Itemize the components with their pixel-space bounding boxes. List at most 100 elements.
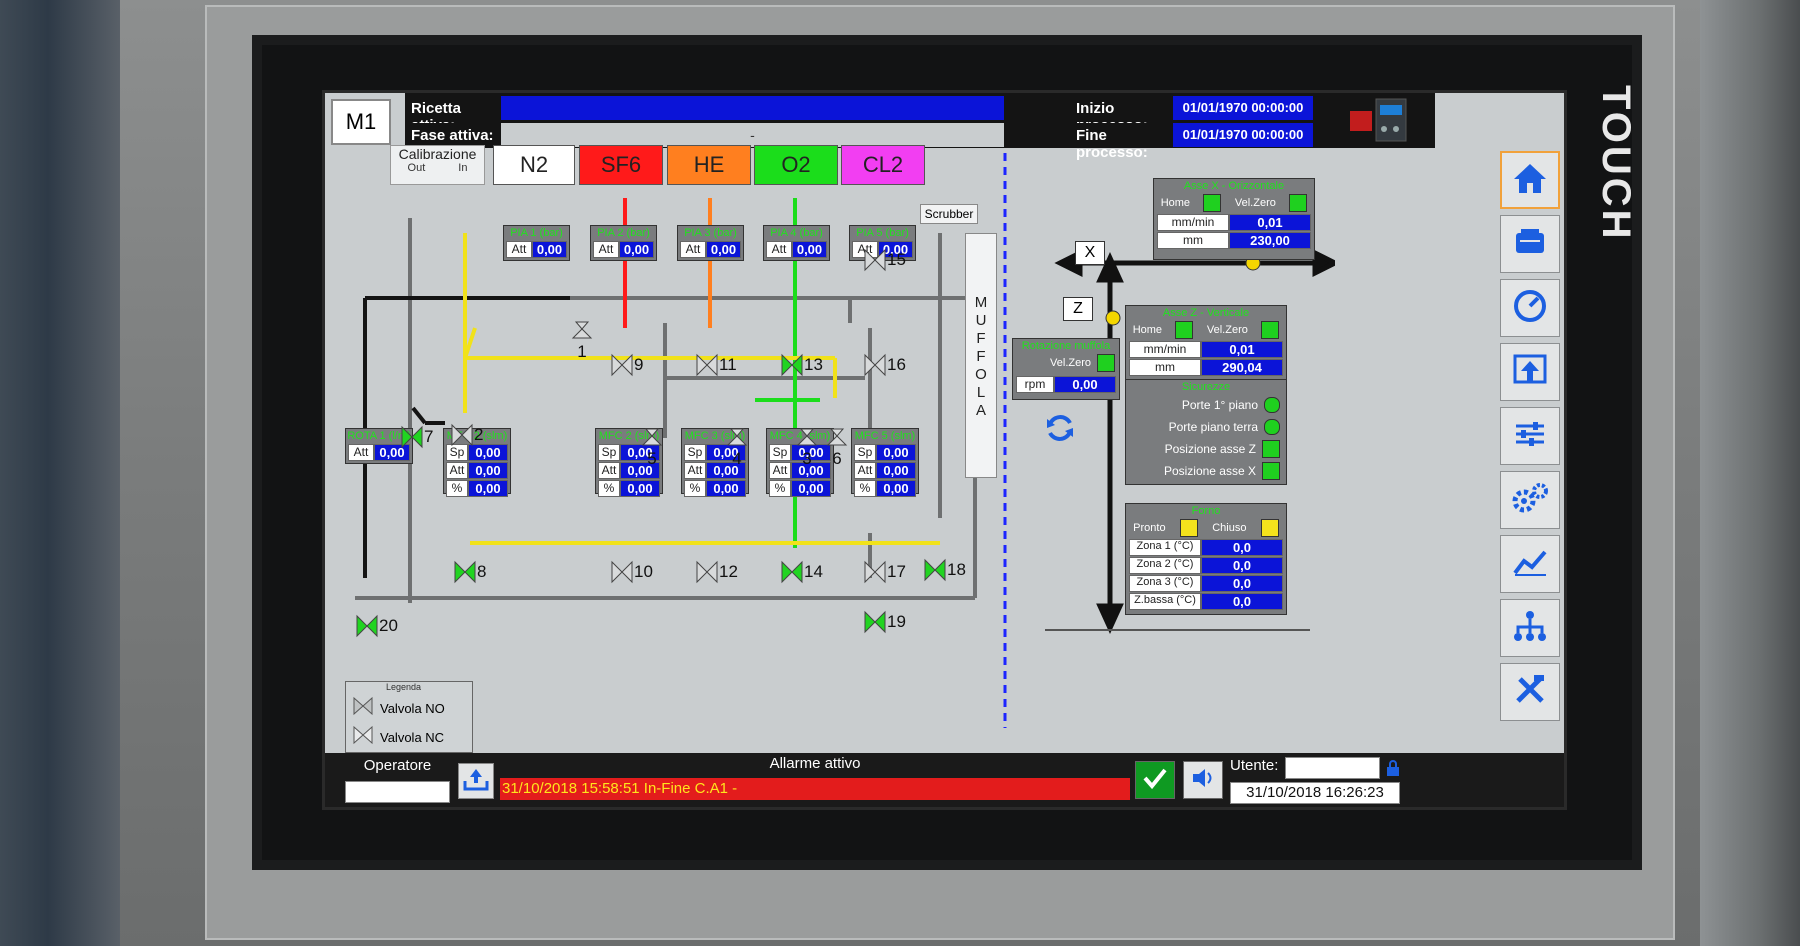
muffola-letter: L bbox=[976, 384, 986, 401]
mfc-att-label: Att bbox=[598, 462, 620, 479]
valve-2[interactable]: 2 bbox=[450, 423, 483, 447]
mfc-d-pct-value: 0,00 bbox=[791, 480, 831, 497]
safety-doors-1st-floor-label: Porte 1° piano bbox=[1181, 398, 1258, 412]
valve-4[interactable]: 4 bbox=[725, 425, 749, 469]
valve-5[interactable]: 5 bbox=[640, 425, 664, 469]
axis-z-speed-value[interactable]: 0,01 bbox=[1201, 341, 1283, 358]
datetime-display: 31/10/2018 16:26:23 bbox=[1230, 782, 1400, 804]
valve-10[interactable]: 10 bbox=[610, 560, 653, 584]
valve-20[interactable]: 20 bbox=[355, 614, 398, 638]
start-label: Inizio processo: bbox=[1070, 96, 1170, 134]
rotation-rpm-value[interactable]: 0,00 bbox=[1054, 376, 1116, 393]
gas-he-header: HE bbox=[667, 145, 751, 185]
axis-x-speed-value[interactable]: 0,01 bbox=[1229, 214, 1311, 231]
nav-hierarchy-button[interactable] bbox=[1500, 599, 1560, 657]
nav-bar bbox=[1500, 151, 1564, 751]
valve-icon bbox=[864, 248, 886, 272]
login-button[interactable] bbox=[458, 763, 494, 799]
valve-number: 6 bbox=[832, 449, 842, 468]
safety-doors-ground-label: Porte piano terra bbox=[1168, 420, 1258, 434]
valve-no-icon bbox=[352, 696, 374, 721]
ack-button[interactable] bbox=[1135, 761, 1175, 799]
mfc-pct-label: % bbox=[684, 480, 706, 497]
nav-cylinder-button[interactable] bbox=[1500, 215, 1560, 273]
pia-4-att-label: Att bbox=[766, 241, 792, 258]
valve-9[interactable]: 9 bbox=[610, 353, 643, 377]
valve-6[interactable]: 6 bbox=[825, 425, 849, 469]
hmi-screen: M1 Ricetta attiva: Fase attiva: - Inizio… bbox=[322, 90, 1567, 810]
rotation-rpm-label: rpm bbox=[1016, 376, 1054, 393]
valve-number: 8 bbox=[477, 562, 487, 581]
alarm-message[interactable]: 31/10/2018 15:58:51 In-Fine C.A1 - bbox=[500, 778, 1130, 800]
cylinder-icon bbox=[1512, 227, 1548, 262]
valve-number: 15 bbox=[887, 250, 906, 269]
mute-button[interactable] bbox=[1183, 761, 1223, 799]
valve-19[interactable]: 19 bbox=[863, 610, 906, 634]
nav-upload-button[interactable] bbox=[1500, 343, 1560, 401]
furnace-zone-low-value: 0,0 bbox=[1201, 593, 1283, 610]
valve-11[interactable]: 11 bbox=[695, 353, 737, 377]
safety-panel: Sicurezze Porte 1° piano Porte piano ter… bbox=[1125, 379, 1287, 485]
valve-8[interactable]: 8 bbox=[453, 560, 486, 584]
user-field[interactable] bbox=[1285, 757, 1380, 779]
axis-z-velzero-label: Vel.Zero bbox=[1206, 324, 1248, 336]
pia-4-att-value: 0,00 bbox=[792, 241, 827, 258]
valve-icon bbox=[611, 560, 633, 584]
valve-number: 5 bbox=[647, 449, 657, 468]
valve-number: 17 bbox=[887, 562, 906, 581]
valve-number: 10 bbox=[634, 562, 653, 581]
pia-4-title: PIA 4 (bar) bbox=[770, 227, 823, 239]
axis-z-pos-value[interactable]: 290,04 bbox=[1201, 359, 1283, 376]
muffola-letter: F bbox=[976, 348, 986, 365]
valve-icon bbox=[826, 428, 848, 446]
axis-z-pos-label: mm bbox=[1129, 359, 1201, 376]
valve-14[interactable]: 14 bbox=[780, 560, 823, 584]
hierarchy-icon bbox=[1512, 609, 1548, 648]
rotation-panel: Rotazione muffola Vel.Zero rpm 0,00 bbox=[1012, 338, 1120, 400]
nav-config-button[interactable] bbox=[1500, 471, 1560, 529]
alarm-title: Allarme attivo bbox=[769, 755, 861, 772]
nav-trend-button[interactable] bbox=[1500, 535, 1560, 593]
operator-field[interactable] bbox=[345, 781, 450, 803]
valve-1[interactable]: 1 bbox=[570, 318, 594, 362]
recipe-value[interactable] bbox=[501, 96, 1004, 120]
axis-x-velzero-label: Vel.Zero bbox=[1234, 197, 1276, 209]
valve-number: 1 bbox=[577, 342, 587, 361]
nav-gauge-button[interactable] bbox=[1500, 279, 1560, 337]
axis-x-home-label: Home bbox=[1160, 197, 1191, 209]
x-axis-tag: X bbox=[1075, 241, 1105, 265]
nav-home-button[interactable] bbox=[1500, 151, 1560, 209]
download-icon bbox=[463, 767, 489, 796]
valve-icon bbox=[781, 560, 803, 584]
valve-18[interactable]: 18 bbox=[923, 558, 966, 582]
valve-13[interactable]: 13 bbox=[780, 353, 823, 377]
valve-number: 14 bbox=[804, 562, 823, 581]
pia-1-title: PIA 1 (bar) bbox=[510, 227, 563, 239]
background-right bbox=[1700, 0, 1800, 946]
lock-icon[interactable] bbox=[1385, 759, 1401, 777]
phase-value: - bbox=[501, 123, 1004, 147]
valve-number: 4 bbox=[732, 449, 742, 468]
valve-12[interactable]: 12 bbox=[695, 560, 738, 584]
machine-button[interactable]: M1 bbox=[331, 99, 391, 145]
alarm-panel-icon[interactable] bbox=[1350, 97, 1410, 143]
safety-z-position-indicator bbox=[1262, 440, 1280, 458]
axis-z-velzero-indicator bbox=[1261, 321, 1280, 339]
mfc-att-label: Att bbox=[769, 462, 791, 479]
valve-3[interactable]: 3 bbox=[795, 425, 819, 469]
nav-tools-button[interactable] bbox=[1500, 663, 1560, 721]
valve-15[interactable]: 15 bbox=[863, 248, 906, 272]
gas-n2-header: N2 bbox=[493, 145, 575, 185]
axis-z-panel: Asse Z - Verticale Home Vel.Zero mm/min 0… bbox=[1125, 305, 1287, 387]
valve-nc-icon bbox=[352, 725, 374, 750]
valve-17[interactable]: 17 bbox=[863, 560, 906, 584]
mfc-e-sp-value[interactable]: 0,00 bbox=[876, 444, 916, 461]
refresh-icon[interactable] bbox=[1043, 411, 1077, 445]
nav-settings-button[interactable] bbox=[1500, 407, 1560, 465]
valve-7[interactable]: 7 bbox=[400, 425, 433, 449]
valve-number: 7 bbox=[424, 427, 434, 446]
axis-x-pos-value[interactable]: 230,00 bbox=[1229, 232, 1311, 249]
valve-icon bbox=[454, 560, 476, 584]
valve-16[interactable]: 16 bbox=[863, 353, 906, 377]
mfc-e-pct-value: 0,00 bbox=[876, 480, 916, 497]
